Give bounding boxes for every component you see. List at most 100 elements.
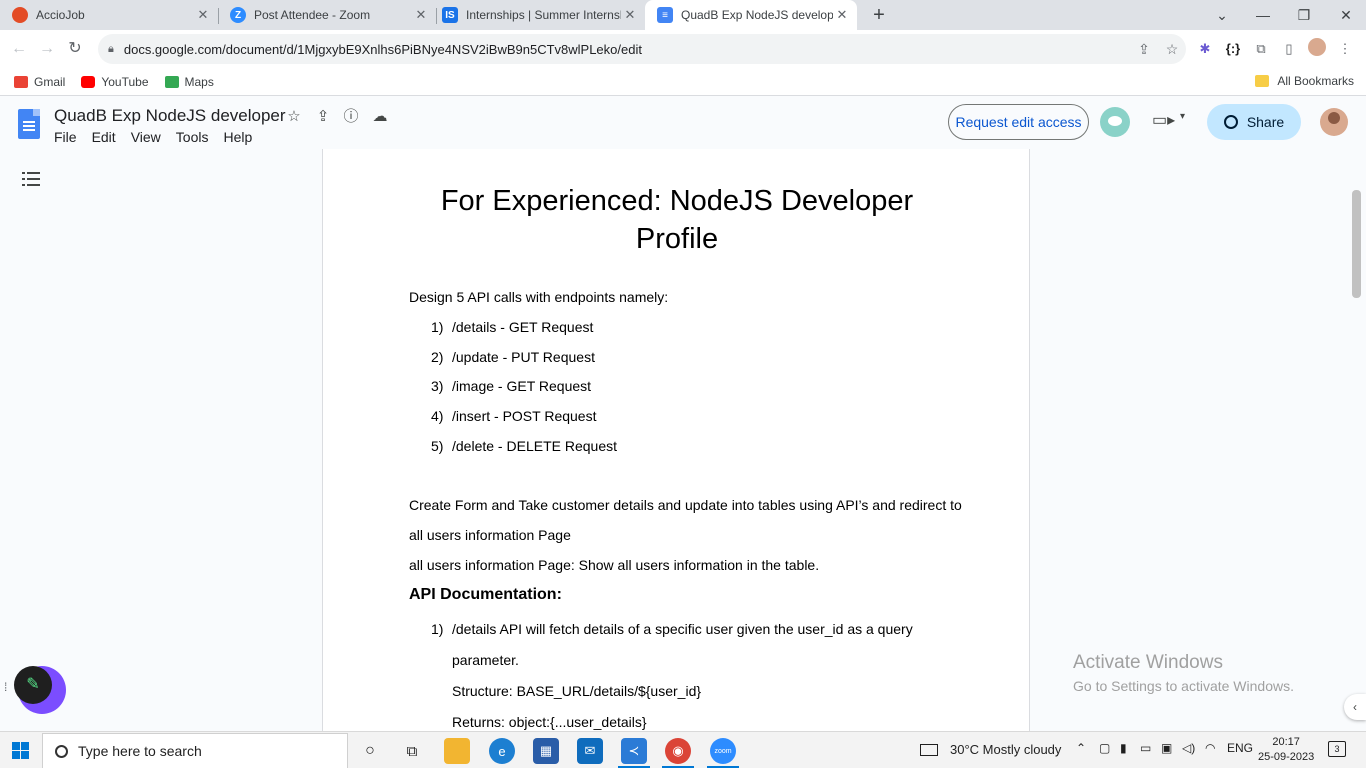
outline-list-icon[interactable] [22, 171, 40, 187]
task-view-icon[interactable]: ⧉ [399, 738, 425, 764]
address-bar[interactable]: 🔒︎ docs.google.com/document/d/1MjgxybE9X… [98, 34, 1186, 64]
new-tab-button[interactable]: + [868, 3, 890, 27]
show-side-panel-button[interactable]: ‹ [1344, 694, 1366, 720]
show-hidden-icons-icon[interactable]: ⌃ [1076, 741, 1086, 755]
watermark-line-1: Activate Windows [1073, 652, 1223, 673]
close-tab-icon[interactable]: ✕ [412, 7, 430, 23]
system-clock[interactable]: 20:17 25-09-2023 [1258, 735, 1314, 765]
vertical-scrollbar[interactable] [1352, 190, 1361, 298]
extensions-puzzle-icon[interactable]: ⧉ [1250, 38, 1272, 60]
menu-edit[interactable]: Edit [92, 129, 116, 145]
clock-time: 20:17 [1272, 736, 1300, 748]
bookmark-label: Maps [184, 74, 214, 89]
share-label: Share [1246, 114, 1285, 130]
volume-icon[interactable]: ◁) [1182, 741, 1195, 755]
form-paragraph-line-1: Create Form and Take customer details an… [409, 497, 962, 513]
forward-button[interactable]: → [36, 38, 58, 60]
close-tab-icon[interactable]: ✕ [621, 7, 639, 23]
weather-icon [920, 743, 938, 756]
menu-help[interactable]: Help [223, 129, 252, 145]
activate-windows-watermark: Activate Windows Go to Settings to activ… [1073, 652, 1294, 694]
tab-zoom[interactable]: Z Post Attendee - Zoom ✕ [218, 0, 436, 30]
store-icon[interactable]: ▦ [533, 738, 559, 764]
chrome-icon[interactable]: ◉ [665, 738, 691, 764]
minimize-button[interactable]: — [1243, 0, 1283, 30]
api-doc-item-line-2: parameter. [452, 652, 519, 668]
share-page-icon[interactable]: ⇪ [1130, 41, 1158, 58]
battery-icon[interactable]: ▭ [1140, 741, 1151, 755]
chrome-profile-avatar[interactable] [1306, 38, 1328, 60]
vscode-icon[interactable]: ≺ [621, 738, 647, 764]
zoom-icon[interactable]: zoom [710, 738, 736, 764]
tab-search-icon[interactable]: ⌄ [1202, 0, 1242, 30]
network-device-icon[interactable]: ▢ [1099, 741, 1110, 755]
endpoint-path: /image [452, 378, 495, 394]
api-doc-structure: Structure: BASE_URL/details/${user_id} [452, 683, 702, 699]
request-edit-access-button[interactable]: Request edit access [948, 104, 1089, 140]
share-button[interactable]: Share [1207, 104, 1301, 140]
document-page[interactable]: For Experienced: NodeJS Developer Profil… [322, 149, 1030, 731]
extension-icon[interactable]: {:} [1222, 38, 1244, 60]
tab-google-doc[interactable]: ≡ QuadB Exp NodeJS developer - G ✕ [645, 0, 857, 30]
menu-view[interactable]: View [131, 129, 161, 145]
drag-handle-icon[interactable]: ⁞ [4, 680, 7, 694]
list-number: 2) [431, 349, 444, 365]
tab-acciojob[interactable]: AccioJob ✕ [0, 0, 218, 30]
all-bookmarks-button[interactable]: All Bookmarks [1255, 74, 1354, 88]
reload-button[interactable]: ↻ [64, 38, 86, 60]
browser-toolbar: ← → ↻ 🔒︎ docs.google.com/document/d/1Mjg… [0, 30, 1366, 68]
restore-button[interactable]: ❐ [1284, 0, 1324, 30]
doc-heading-line-2: Profile [635, 223, 719, 255]
endpoint-path: /details [452, 319, 497, 335]
move-icon[interactable]: ⇪ [313, 107, 333, 127]
form-paragraph-line-2: all users information Page [409, 527, 571, 543]
chrome-menu-icon[interactable]: ⋮ [1334, 38, 1356, 60]
close-tab-icon[interactable]: ✕ [194, 7, 212, 23]
microphone-icon[interactable]: ▮ [1120, 741, 1127, 755]
close-tab-icon[interactable]: ✕ [833, 7, 851, 23]
weather-widget[interactable]: 30°C Mostly cloudy [920, 742, 1061, 757]
file-explorer-icon[interactable] [444, 738, 470, 764]
side-panel-icon[interactable]: ▯ [1278, 38, 1300, 60]
bookmark-star-icon[interactable]: ☆ [1158, 41, 1186, 58]
back-button[interactable]: ← [8, 38, 30, 60]
endpoint-path: /update [452, 349, 499, 365]
tab-internshala[interactable]: IS Internships | Summer Internship ✕ [430, 0, 645, 30]
notifications-icon[interactable]: 3 [1328, 741, 1346, 757]
list-item: /delete - DELETE Request [452, 438, 617, 454]
all-bookmarks-label: All Bookmarks [1277, 74, 1354, 88]
menu-file[interactable]: File [54, 129, 77, 145]
site-info-icon[interactable]: 🔒︎ [108, 43, 114, 56]
pencil-icon[interactable]: ✎ [14, 666, 52, 704]
edge-icon[interactable]: e [489, 738, 515, 764]
extension-icon[interactable]: ✱ [1194, 38, 1216, 60]
bookmark-gmail[interactable]: Gmail [14, 75, 65, 89]
meet-call-button[interactable]: ▭▸ ▾ [1150, 109, 1190, 135]
bookmark-maps[interactable]: Maps [164, 74, 214, 89]
close-window-button[interactable]: ✕ [1326, 0, 1366, 30]
cloud-status-icon[interactable]: ☁ [370, 107, 390, 127]
search-icon [55, 744, 68, 758]
mail-icon[interactable]: ✉ [577, 738, 603, 764]
bookmark-youtube[interactable]: YouTube [81, 75, 149, 89]
user-avatar[interactable] [1320, 108, 1348, 136]
taskbar-search-box[interactable]: Type here to search [42, 733, 348, 768]
globe-icon [1223, 115, 1238, 129]
wifi-icon[interactable]: ◠ [1205, 741, 1215, 755]
list-item: /image - GET Request [452, 378, 592, 394]
menu-tools[interactable]: Tools [176, 129, 209, 145]
endpoint-method: DELETE Request [506, 438, 618, 454]
anonymous-viewer-avatar[interactable] [1100, 107, 1130, 137]
endpoint-method: GET Request [508, 319, 594, 335]
language-indicator[interactable]: ENG [1227, 741, 1253, 755]
info-icon[interactable]: ⓘ [341, 107, 361, 127]
users-page-paragraph: all users information Page: Show all use… [409, 557, 820, 573]
star-icon[interactable]: ☆ [284, 107, 304, 127]
cortana-icon[interactable]: ○ [357, 738, 383, 764]
document-title[interactable]: QuadB Exp NodeJS developer [54, 106, 286, 126]
display-icon[interactable]: ▣ [1161, 741, 1172, 755]
tab-title: QuadB Exp NodeJS developer - G [681, 8, 833, 22]
windows-start-icon[interactable] [12, 742, 29, 759]
api-doc-item-line-1: /details API will fetch details of a spe… [452, 621, 913, 637]
docs-logo-icon[interactable] [18, 109, 40, 139]
